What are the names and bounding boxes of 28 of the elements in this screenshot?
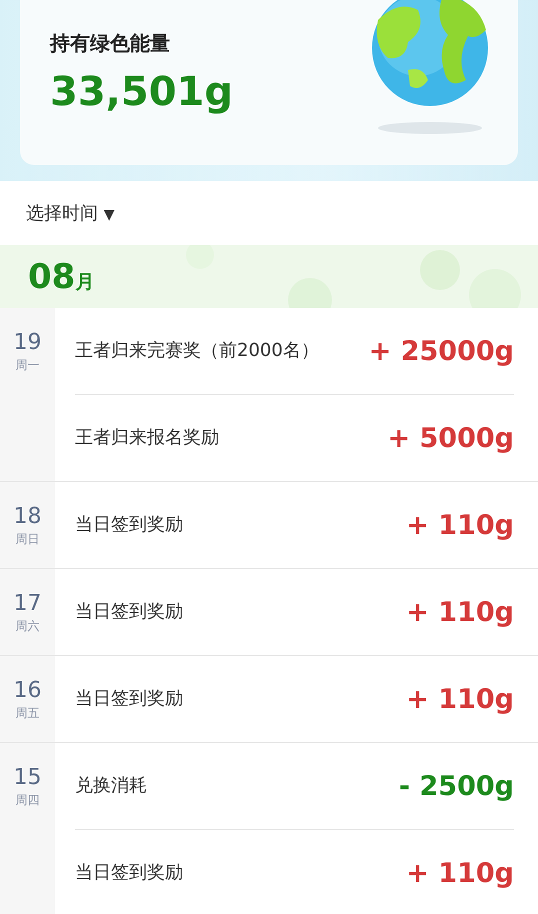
weekday-label: 周四: [16, 792, 40, 809]
energy-change: + 110g: [406, 596, 514, 628]
energy-label: 持有绿色能量: [50, 30, 171, 57]
record-title: 王者归来报名奖励: [75, 428, 220, 448]
day-number: 19: [14, 330, 42, 355]
energy-amount: 33,501g: [50, 69, 233, 115]
day-number: 17: [14, 591, 42, 616]
energy-change: + 5000g: [388, 422, 514, 454]
month-label: 08月: [28, 256, 94, 296]
energy-change: - 2500g: [398, 770, 514, 802]
energy-change: + 110g: [406, 684, 514, 714]
record-title: 当日签到奖励: [75, 688, 184, 710]
day-number: 16: [14, 678, 42, 703]
record-title: 兑换消耗: [75, 776, 148, 796]
weekday-label: 周五: [16, 705, 40, 722]
day-number: 15: [14, 765, 42, 790]
time-filter-dropdown[interactable]: 选择时间 ▼: [26, 197, 115, 229]
day-number: 18: [14, 504, 42, 529]
record-title: 当日签到奖励: [75, 602, 184, 622]
record-title: 王者归来完赛奖（前2000名）: [75, 340, 320, 362]
weekday-label: 周六: [16, 618, 40, 635]
energy-change: + 110g: [406, 510, 514, 540]
weekday-label: 周一: [16, 357, 40, 374]
record-title: 当日签到奖励: [75, 514, 184, 536]
energy-change: + 25000g: [368, 336, 514, 366]
record-title: 当日签到奖励: [75, 862, 184, 884]
energy-change: + 110g: [406, 858, 514, 888]
weekday-label: 周日: [16, 531, 40, 548]
